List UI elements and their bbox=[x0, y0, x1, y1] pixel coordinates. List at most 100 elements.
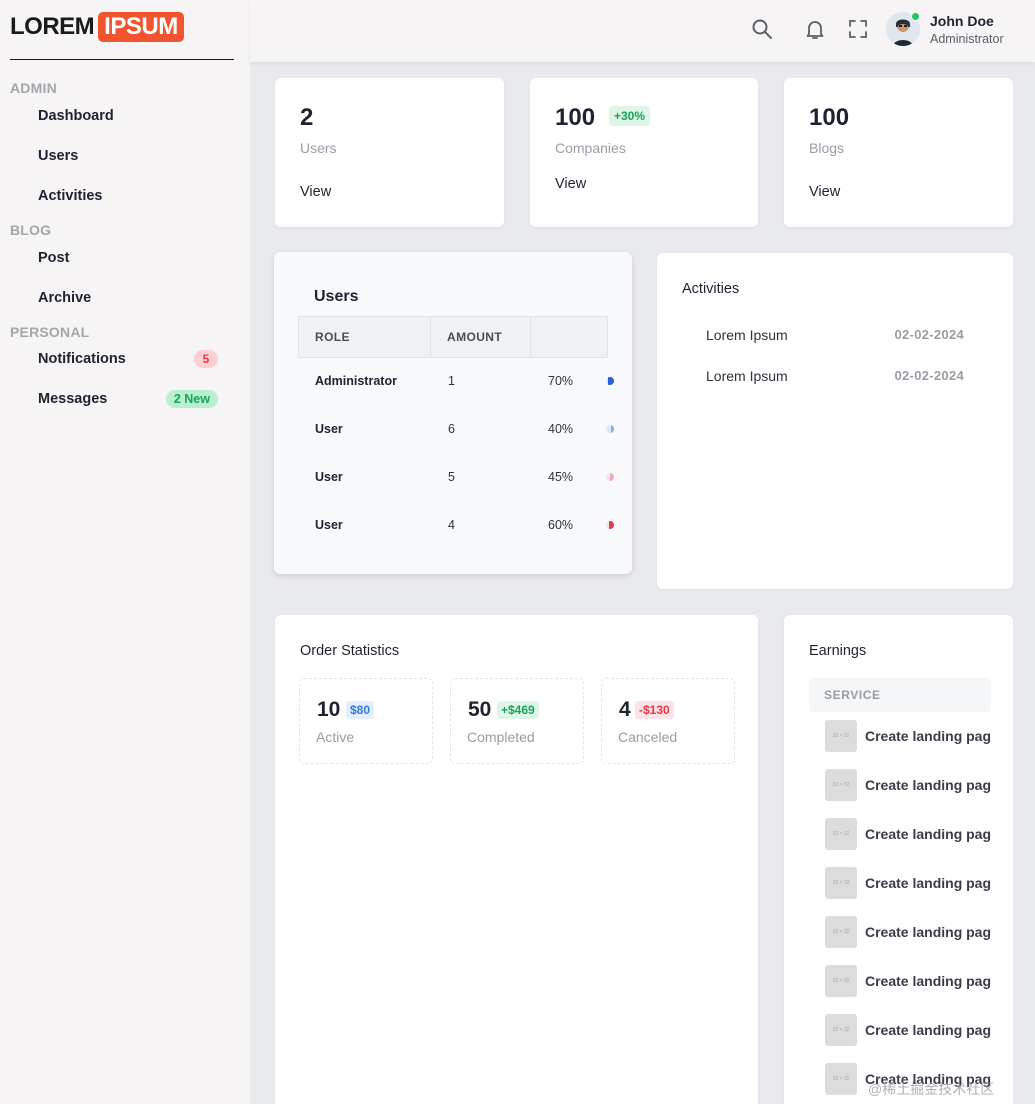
table-header: ROLE AMOUNT bbox=[298, 316, 608, 358]
stat-card-companies: 100 +30% Companies View bbox=[530, 78, 758, 227]
earnings-row[interactable]: 32 × 32 Create landing pag bbox=[825, 818, 995, 850]
bell-icon[interactable] bbox=[803, 17, 827, 41]
earnings-card: Earnings SERVICE 32 × 32 Create landing p… bbox=[784, 615, 1013, 1104]
earnings-row[interactable]: 32 × 32 Create landing pag bbox=[825, 867, 995, 899]
sidebar-item-label: Activities bbox=[38, 188, 103, 204]
order-stat-amount-badge: -$130 bbox=[635, 701, 674, 719]
activity-date: 02-02-2024 bbox=[894, 368, 964, 383]
progress-indicator bbox=[606, 521, 614, 529]
brand-logo-highlight: IPSUM bbox=[98, 12, 184, 42]
order-stat-canceled[interactable]: 4 -$130 Canceled bbox=[601, 678, 735, 764]
column-header-amount[interactable]: AMOUNT bbox=[431, 317, 531, 357]
table-row[interactable]: Administrator 1 70% bbox=[298, 371, 614, 391]
activity-name: Lorem Ipsum bbox=[706, 368, 788, 384]
column-header-percent bbox=[531, 317, 607, 357]
notifications-count-badge: 5 bbox=[194, 350, 218, 368]
order-stat-value: 50 bbox=[468, 698, 492, 721]
sidebar-item-label: Messages bbox=[38, 391, 108, 407]
table-row[interactable]: User 5 45% bbox=[298, 467, 614, 487]
sidebar-item-notifications[interactable]: Notifications 5 bbox=[38, 350, 218, 368]
earnings-row[interactable]: 32 × 32 Create landing pag bbox=[825, 1014, 995, 1046]
role-cell: User bbox=[315, 518, 343, 532]
service-name: Create landing pag bbox=[865, 1022, 992, 1038]
activities-card: Activities Lorem Ipsum 02-02-2024 Lorem … bbox=[657, 253, 1013, 589]
users-table-card: Users ROLE AMOUNT Administrator 1 70% Us… bbox=[274, 252, 632, 574]
earnings-row[interactable]: 32 × 32 Create landing pag bbox=[825, 769, 995, 801]
sidebar-item-dashboard[interactable]: Dashboard bbox=[38, 108, 218, 124]
section-label-personal: PERSONAL bbox=[10, 324, 90, 340]
earnings-row[interactable]: 32 × 32 Create landing pag bbox=[825, 916, 995, 948]
view-blogs-link[interactable]: View bbox=[809, 184, 840, 200]
order-stat-label: Active bbox=[316, 729, 355, 745]
earnings-row[interactable]: 32 × 32 Create landing pag bbox=[825, 965, 995, 997]
service-name: Create landing pag bbox=[865, 875, 992, 891]
search-icon[interactable] bbox=[750, 17, 774, 41]
sidebar-item-activities[interactable]: Activities bbox=[38, 188, 218, 204]
sidebar: LOREM IPSUM ADMIN Dashboard Users Activi… bbox=[0, 0, 250, 1104]
amount-cell: 6 bbox=[448, 422, 455, 436]
service-name: Create landing pag bbox=[865, 924, 992, 940]
stat-label: Blogs bbox=[809, 140, 845, 156]
activity-name: Lorem Ipsum bbox=[706, 327, 788, 343]
order-stat-amount-badge: $80 bbox=[346, 701, 375, 719]
role-cell: Administrator bbox=[315, 374, 397, 388]
placeholder-thumbnail: 32 × 32 bbox=[825, 1063, 857, 1095]
brand-logo[interactable]: LOREM IPSUM bbox=[10, 12, 184, 42]
sidebar-item-label: Users bbox=[38, 148, 79, 164]
user-name[interactable]: John Doe bbox=[930, 13, 994, 29]
placeholder-thumbnail: 32 × 32 bbox=[825, 720, 857, 752]
section-label-blog: BLOG bbox=[10, 222, 52, 238]
table-row[interactable]: User 6 40% bbox=[298, 419, 614, 439]
placeholder-thumbnail: 32 × 32 bbox=[825, 867, 857, 899]
sidebar-item-label: Notifications bbox=[38, 351, 126, 367]
order-stat-completed[interactable]: 50 +$469 Completed bbox=[450, 678, 584, 764]
percent-cell: 45% bbox=[548, 470, 574, 484]
table-row[interactable]: User 4 60% bbox=[298, 515, 614, 535]
earnings-column-header-service[interactable]: SERVICE bbox=[809, 678, 991, 712]
stat-value: 100 bbox=[555, 104, 596, 131]
fullscreen-icon[interactable] bbox=[846, 17, 870, 41]
progress-indicator bbox=[606, 425, 614, 433]
view-companies-link[interactable]: View bbox=[555, 176, 586, 192]
progress-indicator bbox=[606, 377, 614, 385]
messages-new-badge: 2 New bbox=[165, 390, 218, 408]
brand-logo-text: LOREM bbox=[10, 13, 95, 40]
placeholder-thumbnail: 32 × 32 bbox=[825, 965, 857, 997]
percent-cell: 40% bbox=[548, 422, 574, 436]
sidebar-item-post[interactable]: Post bbox=[38, 250, 218, 266]
stat-card-blogs: 100 Blogs View bbox=[784, 78, 1013, 227]
logo-divider bbox=[10, 59, 234, 60]
role-cell: User bbox=[315, 470, 343, 484]
online-status-indicator bbox=[911, 12, 920, 21]
earnings-row[interactable]: 32 × 32 Create landing pag bbox=[825, 720, 995, 752]
sidebar-item-label: Post bbox=[38, 250, 70, 266]
order-statistics-card: Order Statistics 10 $80 Active 50 +$469 … bbox=[275, 615, 758, 1104]
placeholder-thumbnail: 32 × 32 bbox=[825, 916, 857, 948]
order-stat-label: Completed bbox=[467, 729, 535, 745]
stat-value: 100 bbox=[809, 104, 850, 131]
amount-cell: 4 bbox=[448, 518, 455, 532]
progress-indicator bbox=[606, 473, 614, 481]
placeholder-thumbnail: 32 × 32 bbox=[825, 1014, 857, 1046]
sidebar-item-archive[interactable]: Archive bbox=[38, 290, 218, 306]
placeholder-thumbnail: 32 × 32 bbox=[825, 818, 857, 850]
placeholder-thumbnail: 32 × 32 bbox=[825, 769, 857, 801]
users-table-title: Users bbox=[314, 288, 359, 305]
order-stat-label: Canceled bbox=[618, 729, 678, 745]
section-label-admin: ADMIN bbox=[10, 80, 57, 96]
role-cell: User bbox=[315, 422, 343, 436]
stat-change-badge: +30% bbox=[609, 106, 651, 126]
stat-value: 2 bbox=[300, 104, 314, 131]
sidebar-item-users[interactable]: Users bbox=[38, 148, 218, 164]
service-name: Create landing pag bbox=[865, 777, 992, 793]
amount-cell: 5 bbox=[448, 470, 455, 484]
column-header-role[interactable]: ROLE bbox=[299, 317, 431, 357]
sidebar-item-messages[interactable]: Messages 2 New bbox=[38, 390, 218, 408]
stat-card-users: 2 Users View bbox=[275, 78, 504, 227]
stat-label: Users bbox=[300, 140, 337, 156]
user-role: Administrator bbox=[930, 32, 1004, 46]
order-statistics-title: Order Statistics bbox=[300, 643, 400, 659]
activity-date: 02-02-2024 bbox=[894, 327, 964, 342]
view-users-link[interactable]: View bbox=[300, 184, 331, 200]
order-stat-active[interactable]: 10 $80 Active bbox=[299, 678, 433, 764]
